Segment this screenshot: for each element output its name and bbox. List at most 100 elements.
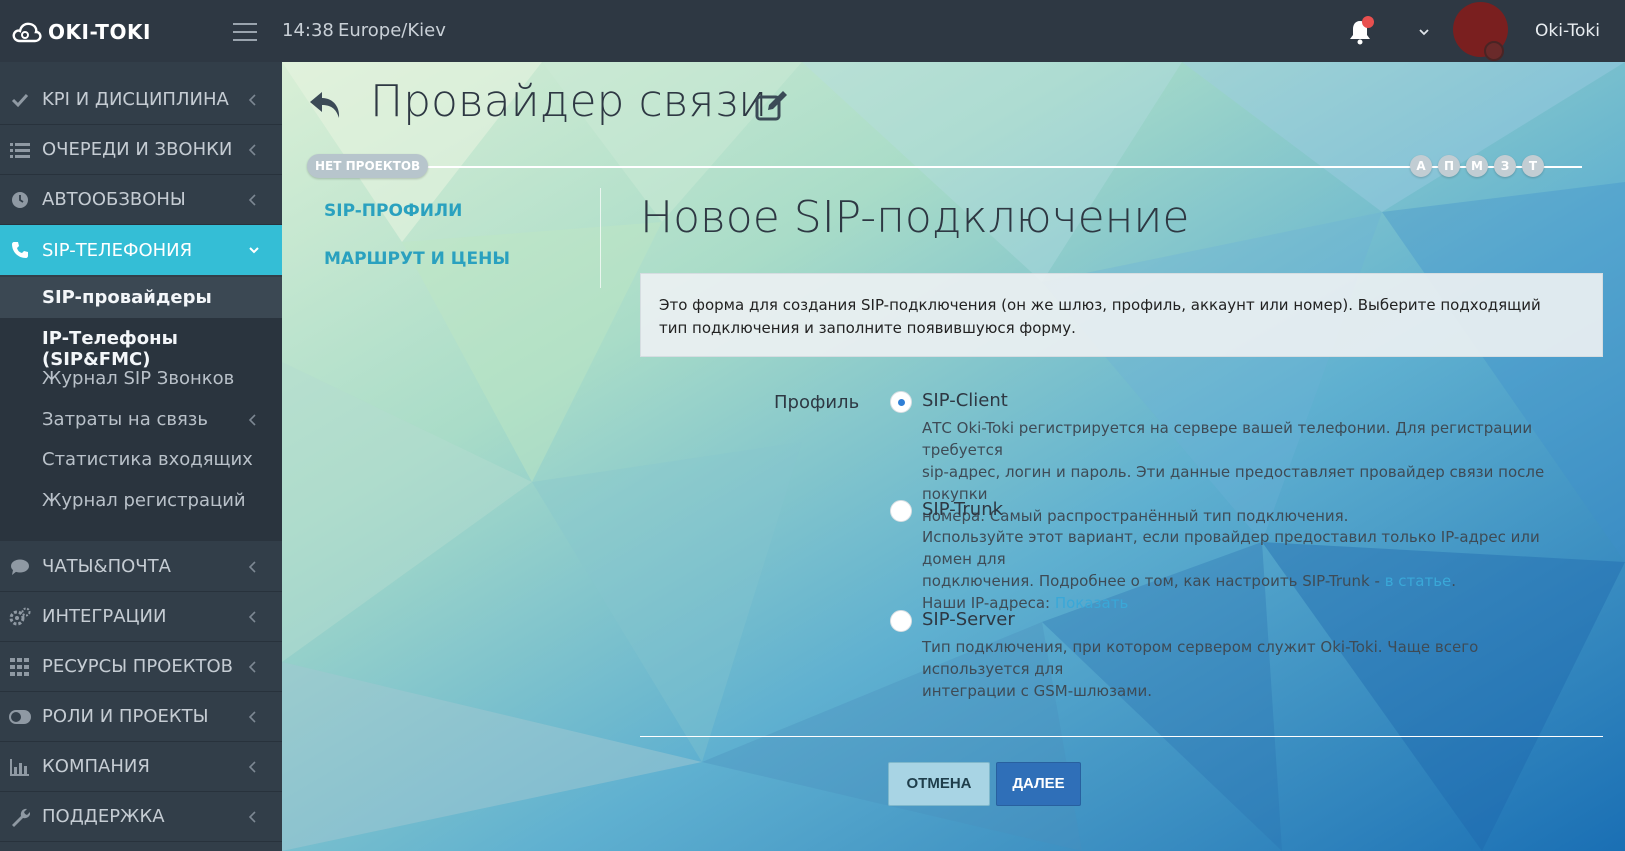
info-text-line: тип подключения и заполните появившуюся … [659, 319, 1076, 337]
list-icon [9, 139, 31, 161]
sidebar-item-label: KPI И ДИСЦИПЛИНА [42, 89, 229, 110]
desc-line: подключения. Подробнее о том, как настро… [922, 570, 1582, 592]
project-badge[interactable]: НЕТ ПРОЕКТОВ [307, 154, 429, 178]
sidebar: KPI И ДИСЦИПЛИНА ОЧЕРЕДИ И ЗВОНКИ АВТООБ… [0, 62, 282, 851]
bar-chart-icon [9, 756, 31, 778]
chevron-down-icon [249, 247, 259, 254]
cancel-button[interactable]: ОТМЕНА [888, 762, 990, 806]
sidebar-item-label: КОМПАНИЯ [42, 756, 150, 777]
clock: 14:38 [282, 20, 334, 41]
gears-icon [9, 606, 31, 628]
chat-icon [9, 556, 31, 578]
chevron-left-icon [248, 193, 256, 206]
toggle-icon [9, 706, 31, 728]
desc-line: sip-адрес, логин и пароль. Эти данные пр… [922, 463, 1545, 503]
sidebar-item-sip-telephony[interactable]: SIP-ТЕЛЕФОНИЯ [0, 225, 282, 275]
info-box: Это форма для создания SIP-подключения (… [640, 273, 1603, 357]
edit-icon[interactable] [754, 88, 790, 124]
desc-line: Наши IP-адреса: Показать [922, 592, 1582, 614]
chevron-left-icon [248, 414, 256, 426]
sidebar-item-label: РОЛИ И ПРОЕКТЫ [42, 706, 209, 727]
sidebar-item-label: АВТООБЗВОНЫ [42, 189, 186, 210]
submenu-item-incoming-stats[interactable]: Статистика входящих [42, 449, 253, 470]
radio-sip-server[interactable] [890, 610, 912, 632]
chevron-left-icon [248, 560, 256, 573]
desc-text: подключения. Подробнее о том, как настро… [922, 572, 1385, 590]
username[interactable]: Oki-Toki [1535, 21, 1600, 41]
sip-submenu: SIP-провайдеры IP-Телефоны (SIP&FMC) Жур… [0, 277, 282, 541]
chevron-left-icon [248, 660, 256, 673]
project-circle[interactable]: З [1494, 155, 1516, 177]
back-arrow-icon[interactable] [306, 88, 346, 124]
show-ip-link[interactable]: Показать [1055, 594, 1128, 612]
desc-line: Тип подключения, при котором сервером сл… [922, 638, 1479, 678]
sidebar-item-company[interactable]: КОМПАНИЯ [0, 742, 282, 792]
radio-sip-trunk[interactable] [890, 500, 912, 522]
wrench-icon [9, 806, 31, 828]
project-circle[interactable]: Т [1522, 155, 1544, 177]
sidebar-item-roles[interactable]: РОЛИ И ПРОЕКТЫ [0, 692, 282, 742]
submenu-item-costs[interactable]: Затраты на связь [42, 409, 208, 430]
desc-line: номера. Самый распространённый тип подкл… [922, 507, 1349, 525]
next-button[interactable]: ДАЛЕЕ [996, 762, 1081, 806]
sidebar-item-support[interactable]: ПОДДЕРЖКА [0, 792, 282, 842]
subnav-sip-profiles[interactable]: SIP-ПРОФИЛИ [324, 201, 462, 221]
submenu-item-ip-phones[interactable]: IP-Телефоны (SIP&FMC) [42, 328, 282, 370]
vertical-divider [600, 188, 601, 288]
phone-icon [9, 239, 31, 261]
sidebar-item-integrations[interactable]: ИНТЕГРАЦИИ [0, 592, 282, 642]
main-content: Провайдер связи НЕТ ПРОЕКТОВ А П М З Т S… [282, 62, 1625, 851]
chevron-left-icon [248, 710, 256, 723]
form-divider [640, 736, 1603, 737]
sidebar-item-resources[interactable]: РЕСУРСЫ ПРОЕКТОВ [0, 642, 282, 692]
desc-line: АТС Oki-Toki регистрируется на сервере в… [922, 419, 1533, 459]
desc-text: . [1451, 572, 1457, 590]
project-circle[interactable]: П [1438, 155, 1460, 177]
submenu-item-sip-call-log[interactable]: Журнал SIP Звонков [42, 368, 234, 389]
sidebar-item-label: ИНТЕГРАЦИИ [42, 606, 167, 627]
chevron-down-icon[interactable] [1416, 24, 1432, 40]
chevron-left-icon [248, 760, 256, 773]
check-icon [9, 89, 31, 111]
chevron-left-icon [248, 610, 256, 623]
project-circle[interactable]: М [1466, 155, 1488, 177]
project-timeline [312, 166, 1582, 168]
top-bar: OKI-TOKI 14:38 Europe/Kiev Oki-Toki [0, 0, 1625, 62]
timezone: Europe/Kiev [338, 20, 446, 41]
sidebar-item-label: РЕСУРСЫ ПРОЕКТОВ [42, 656, 234, 677]
profile-label: Профиль [774, 392, 860, 413]
sidebar-item-chats[interactable]: ЧАТЫ&ПОЧТА [0, 542, 282, 592]
cloud-logo-icon [12, 22, 42, 43]
desc-line: интеграции с GSM-шлюзами. [922, 682, 1153, 700]
option-title-sip-trunk[interactable]: SIP-Trunk [922, 499, 1003, 520]
page-title: Провайдер связи [370, 76, 768, 127]
chevron-left-icon [248, 810, 256, 823]
radio-sip-client[interactable] [890, 391, 912, 413]
sidebar-item-queues[interactable]: ОЧЕРЕДИ И ЗВОНКИ [0, 125, 282, 175]
clock-icon [9, 189, 31, 211]
article-link[interactable]: в статье [1385, 572, 1452, 590]
sidebar-item-kpi[interactable]: KPI И ДИСЦИПЛИНА [0, 75, 282, 125]
sidebar-item-autodial[interactable]: АВТООБЗВОНЫ [0, 175, 282, 225]
desc-line: Используйте этот вариант, если провайдер… [922, 528, 1540, 568]
hamburger-icon[interactable] [233, 23, 257, 41]
notification-dot [1362, 16, 1374, 28]
subnav-route-prices[interactable]: МАРШРУТ И ЦЕНЫ [324, 249, 510, 269]
option-desc-sip-trunk: Используйте этот вариант, если провайдер… [922, 526, 1582, 614]
grid-icon [9, 656, 31, 678]
logo-text: OKI-TOKI [48, 20, 151, 44]
sidebar-item-label: SIP-ТЕЛЕФОНИЯ [42, 239, 193, 261]
logo[interactable]: OKI-TOKI [12, 18, 151, 46]
sidebar-item-label: ПОДДЕРЖКА [42, 806, 165, 827]
form-title: Новое SIP-подключение [640, 192, 1190, 243]
option-title-sip-client[interactable]: SIP-Client [922, 390, 1008, 411]
chevron-left-icon [248, 143, 256, 156]
option-desc-sip-server: Тип подключения, при котором сервером сл… [922, 636, 1582, 702]
chevron-left-icon [248, 93, 256, 106]
sidebar-item-label: ОЧЕРЕДИ И ЗВОНКИ [42, 139, 233, 160]
option-title-sip-server[interactable]: SIP-Server [922, 609, 1015, 630]
avatar-status-icon [1484, 41, 1504, 61]
submenu-item-sip-providers[interactable]: SIP-провайдеры [42, 287, 212, 308]
submenu-item-registration-log[interactable]: Журнал регистраций [42, 490, 246, 511]
project-circle[interactable]: А [1410, 155, 1432, 177]
